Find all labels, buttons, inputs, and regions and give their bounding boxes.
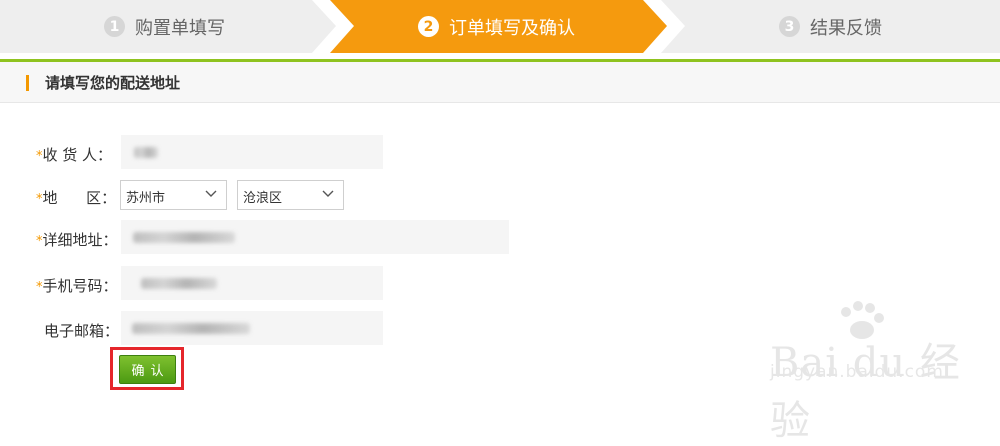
- redacted-value: [133, 232, 235, 243]
- section-title: 请填写您的配送地址: [45, 74, 181, 92]
- confirm-button[interactable]: 确认: [119, 355, 176, 384]
- step-3: 3 结果反馈: [779, 0, 882, 53]
- chevron-down-icon: [205, 190, 217, 197]
- phone-input[interactable]: [121, 266, 383, 300]
- step-2-label: 订单填写及确认: [449, 17, 575, 39]
- section-accent-bar: [26, 75, 29, 91]
- city-select-value: 苏州市: [126, 191, 166, 206]
- step-3-label: 结果反馈: [810, 17, 882, 39]
- email-label: 电子邮箱：: [44, 322, 120, 340]
- email-input[interactable]: [121, 311, 383, 345]
- district-select-value: 沧浪区: [243, 191, 283, 206]
- watermark: Bai du 经验 jingyan.baidu.com: [770, 300, 985, 444]
- recipient-input[interactable]: [121, 135, 383, 169]
- step-2: 2 订单填写及确认: [418, 0, 575, 53]
- step-progress-bar: 1 购置单填写 2 订单填写及确认 3 结果反馈: [0, 0, 1000, 56]
- phone-label: *手机号码：: [36, 277, 118, 295]
- step-1-number: 1: [104, 16, 125, 37]
- redacted-value: [134, 147, 158, 158]
- step-1-label: 购置单填写: [135, 17, 225, 39]
- redacted-value: [141, 278, 217, 289]
- step-2-number: 2: [418, 16, 439, 37]
- address-label: *详细地址：: [36, 231, 118, 249]
- district-select[interactable]: 沧浪区: [237, 180, 344, 210]
- section-header: 请填写您的配送地址: [0, 62, 1000, 103]
- city-select[interactable]: 苏州市: [120, 180, 227, 210]
- region-label: *地 区：: [36, 189, 117, 207]
- redacted-value: [132, 323, 250, 334]
- watermark-brand: Bai du 经验: [770, 340, 961, 444]
- recipient-label: *收 货 人：: [36, 146, 113, 164]
- chevron-down-icon: [322, 190, 334, 197]
- step-3-number: 3: [779, 16, 800, 37]
- watermark-url: jingyan.baidu.com: [770, 362, 944, 382]
- step-1: 1 购置单填写: [104, 0, 225, 53]
- address-input[interactable]: [121, 220, 509, 254]
